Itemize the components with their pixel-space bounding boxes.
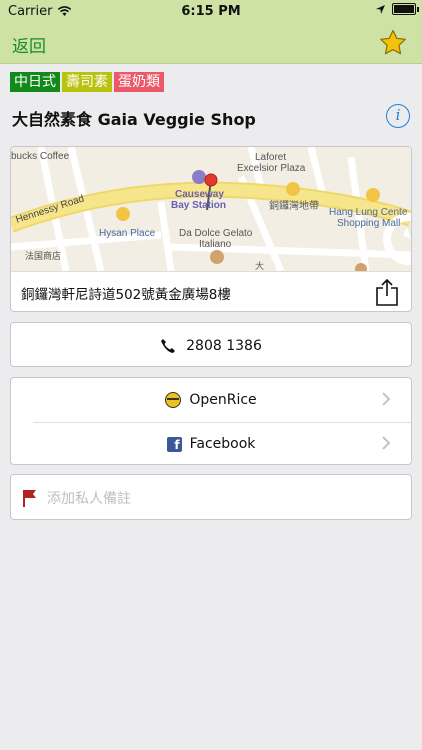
back-button[interactable]: 返回 [12,32,46,57]
phone-button[interactable]: 2808 1386 [11,323,411,366]
map-label: bucks Coffee [11,151,70,162]
links-card: OpenRice f Facebook [10,377,412,465]
chevron-right-icon [382,392,391,406]
map-label: 法国商店 [25,250,61,261]
battery-level [394,5,414,13]
chevron-right-icon [382,436,391,450]
status-time: 6:15 PM [181,4,241,19]
map-label: Shopping Mall [337,218,400,229]
flag-icon [23,490,36,507]
shopping-icon [366,188,380,202]
tag-sushi-vegan: 壽司素 [62,72,112,92]
status-bar: Carrier 6:15 PM [0,0,422,24]
location-arrow-icon [376,4,385,14]
restaurant-icon [210,250,224,264]
private-note-field[interactable]: 添加私人備註 [11,475,411,519]
facebook-icon: f [166,436,182,452]
phone-number: 2808 1386 [186,337,262,354]
facebook-label: Facebook [189,436,256,452]
map-label: 大 [255,260,264,271]
map-label: Laforet [255,152,286,163]
address-text: 銅鑼灣軒尼詩道502號黃金廣場8樓 [21,287,231,303]
map-label: 銅鑼灣地帶 [269,199,319,212]
phone-icon [161,338,176,353]
location-pin-icon [204,173,218,187]
openrice-label: OpenRice [189,392,257,408]
share-icon[interactable] [375,278,399,306]
map-label: Hang Lung Cente [329,207,408,218]
map-card: bucks Coffee Laforet Excelsior Plaza Cau… [10,146,412,312]
map-label: Causeway [175,189,224,200]
star-icon[interactable] [378,28,408,58]
train-station-icon [192,170,206,184]
map-view[interactable]: bucks Coffee Laforet Excelsior Plaza Cau… [11,147,411,271]
facebook-link[interactable]: f Facebook [11,422,411,464]
map-label: Da Dolce Gelato [179,228,253,239]
openrice-link[interactable]: OpenRice [11,378,411,422]
note-placeholder: 添加私人備註 [47,491,131,507]
map-label: Excelsior Plaza [237,163,306,174]
phone-card: 2808 1386 [10,322,412,367]
info-icon[interactable]: i [386,104,410,128]
tag-japanese-chinese: 中日式 [10,72,60,92]
shop-title: 大自然素食 Gaia Veggie Shop [12,110,256,129]
shopping-icon [286,182,300,196]
category-tags: 中日式 壽司素 蛋奶類 [10,72,164,92]
map-label: Hysan Place [99,228,156,239]
map-graphic: bucks Coffee Laforet Excelsior Plaza Cau… [11,147,411,271]
address-row: 銅鑼灣軒尼詩道502號黃金廣場8樓 [11,271,411,311]
map-label: Italiano [199,239,232,250]
map-label: Bay Station [171,200,226,211]
note-card: 添加私人備註 [10,474,412,520]
navigation-bar: 返回 [0,24,422,64]
openrice-icon [165,392,182,408]
battery-icon [392,3,419,15]
tag-egg-dairy: 蛋奶類 [114,72,164,92]
shopping-icon [116,207,130,221]
status-indicators [375,3,419,15]
